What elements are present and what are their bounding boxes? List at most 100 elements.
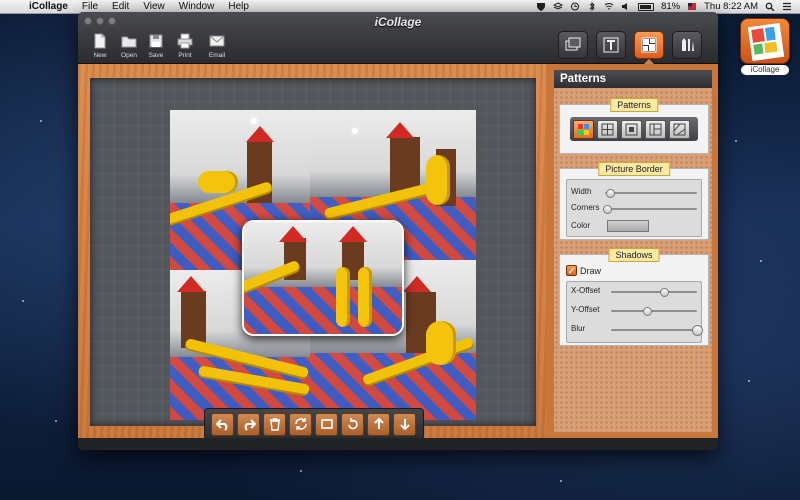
inspector-panel: Patterns Patterns Picture Border Width C… — [546, 64, 718, 438]
y-offset-slider[interactable] — [611, 307, 697, 316]
title-bar: iCollage New Open Save Print Email — [78, 12, 718, 64]
x-offset-label: X-Offset — [571, 286, 601, 295]
menu-app-name[interactable]: iCollage — [22, 0, 75, 14]
send-backward-icon — [399, 419, 410, 431]
clock[interactable]: Thu 8:22 AM — [704, 1, 758, 12]
app-logo-icon — [747, 22, 785, 62]
star — [22, 300, 24, 302]
battery-percent: 81% — [661, 1, 681, 12]
tools-mode-button[interactable] — [672, 31, 702, 59]
time-machine-icon[interactable] — [570, 2, 580, 11]
canvas-frame — [78, 64, 546, 438]
color-label: Color — [571, 221, 591, 230]
rotate-button[interactable] — [341, 412, 364, 436]
border-color-well[interactable] — [607, 220, 649, 232]
spotlight-icon[interactable] — [765, 2, 775, 11]
blur-label: Blur — [571, 324, 586, 333]
pattern-grid-icon — [601, 123, 614, 135]
y-offset-slider-thumb[interactable] — [643, 307, 653, 316]
dropbox-icon[interactable] — [553, 2, 564, 11]
patterns-card: Patterns — [559, 98, 709, 154]
border-controls: Width Corners Color — [566, 179, 702, 237]
bring-forward-button[interactable] — [367, 412, 390, 436]
volume-icon[interactable] — [621, 2, 631, 11]
bluetooth-icon[interactable] — [587, 2, 597, 11]
collage-canvas[interactable] — [170, 110, 476, 420]
tools-mode-icon — [682, 38, 694, 51]
pattern-colorful-icon — [578, 123, 589, 135]
shadow-controls: X-Offset Y-Offset Blur — [566, 281, 703, 343]
print-button[interactable]: Print — [171, 32, 199, 59]
floppy-disk-icon — [149, 34, 163, 48]
new-label: New — [93, 52, 107, 59]
envelope-icon — [209, 35, 225, 47]
corners-label: Corners — [571, 203, 600, 212]
x-offset-slider-thumb[interactable] — [660, 288, 670, 297]
email-label: Email — [208, 52, 226, 59]
pattern-split-icon — [649, 123, 662, 135]
photos-mode-icon — [565, 37, 581, 51]
width-slider-thumb[interactable] — [605, 189, 615, 198]
dock-app-icon[interactable] — [740, 18, 790, 64]
window-title: iCollage — [374, 15, 422, 29]
fit-icon — [320, 419, 333, 429]
shuffle-icon — [294, 418, 307, 430]
flag-icon[interactable] — [687, 2, 697, 11]
pattern-option-scatter[interactable] — [669, 119, 690, 139]
redo-button[interactable] — [237, 412, 260, 436]
pattern-option-colorful[interactable] — [573, 119, 594, 139]
star — [560, 480, 562, 482]
save-button[interactable]: Save — [142, 32, 170, 59]
text-mode-icon — [603, 37, 619, 53]
send-backward-button[interactable] — [393, 412, 416, 436]
open-button[interactable]: Open — [115, 32, 143, 59]
photos-mode-button[interactable] — [558, 31, 588, 59]
canvas-board — [90, 78, 536, 426]
draw-shadow-checkbox[interactable]: ✓ — [566, 265, 577, 276]
inspector-body: Patterns Patterns Picture Border Width C… — [554, 70, 712, 432]
new-document-icon — [94, 33, 106, 49]
pattern-option-grid[interactable] — [597, 119, 618, 139]
notification-center-icon[interactable] — [782, 2, 792, 11]
undo-button[interactable] — [211, 412, 234, 436]
corners-slider[interactable] — [602, 205, 697, 214]
y-offset-label: Y-Offset — [571, 305, 600, 314]
new-button[interactable]: New — [86, 32, 114, 59]
dock-app-label: iCollage — [741, 65, 789, 75]
fit-button[interactable] — [315, 412, 338, 436]
corners-slider-thumb[interactable] — [602, 205, 612, 214]
redo-icon — [244, 419, 256, 431]
star — [300, 470, 302, 472]
pattern-selector — [570, 117, 698, 141]
blur-slider[interactable] — [611, 325, 703, 336]
width-slider[interactable] — [605, 189, 697, 198]
shield-icon[interactable] — [536, 2, 546, 11]
delete-button[interactable] — [263, 412, 286, 436]
star — [40, 120, 42, 122]
border-section-label: Picture Border — [598, 162, 670, 176]
blur-slider-thumb[interactable] — [692, 325, 703, 336]
shuffle-button[interactable] — [289, 412, 312, 436]
width-label: Width — [571, 187, 592, 196]
collage-photo-center[interactable] — [242, 220, 404, 336]
shadows-section-label: Shadows — [608, 248, 660, 262]
email-button[interactable]: Email — [203, 32, 231, 59]
battery-icon[interactable] — [638, 2, 655, 11]
patterns-mode-icon — [641, 37, 657, 53]
pattern-option-split[interactable] — [645, 119, 666, 139]
app-window: iCollage New Open Save Print Email Patte… — [78, 12, 718, 450]
picture-border-card: Picture Border Width Corners Color — [559, 162, 709, 240]
edit-toolbar — [204, 408, 424, 440]
x-offset-slider[interactable] — [611, 288, 697, 297]
pattern-option-frame[interactable] — [621, 119, 642, 139]
text-mode-button[interactable] — [596, 31, 626, 59]
bring-forward-icon — [373, 417, 384, 429]
undo-icon — [215, 419, 227, 431]
wifi-icon[interactable] — [604, 2, 614, 11]
shadows-card: Shadows ✓ Draw X-Offset Y-Offset Blur — [559, 248, 709, 346]
printer-icon — [177, 33, 193, 49]
patterns-mode-button[interactable] — [634, 31, 664, 59]
folder-icon — [121, 36, 137, 48]
print-label: Print — [178, 52, 192, 59]
patterns-section-label: Patterns — [610, 98, 658, 112]
